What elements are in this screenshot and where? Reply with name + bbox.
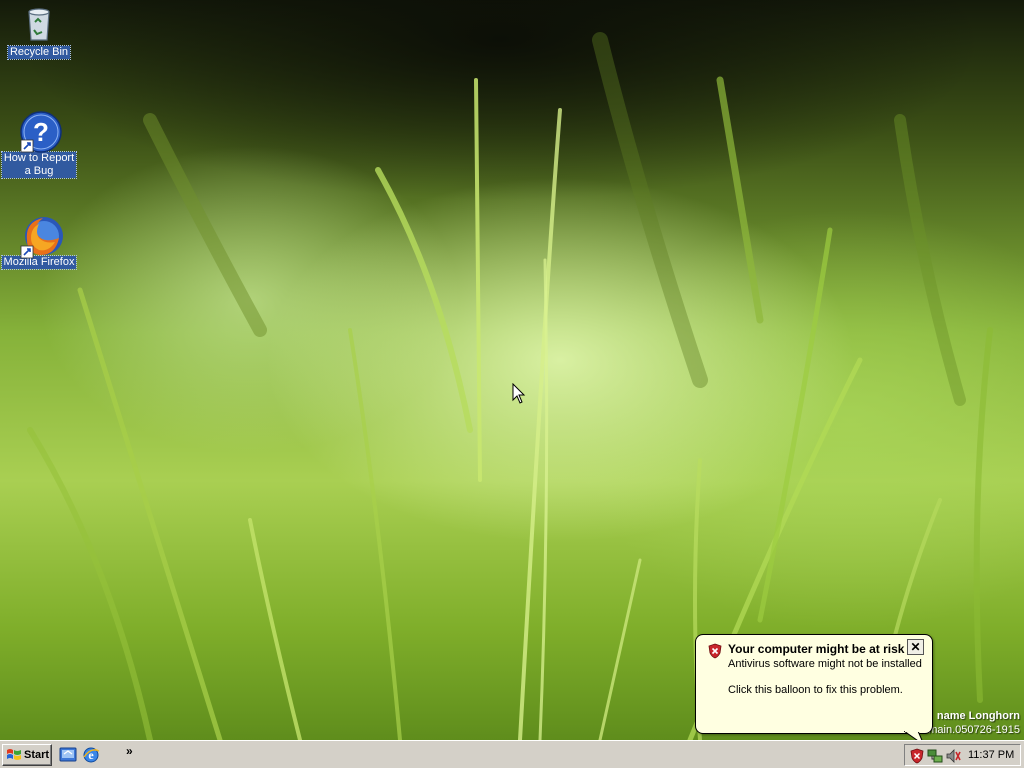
system-tray: 11:37 PM	[904, 744, 1021, 766]
recycle-bin-icon	[19, 4, 59, 44]
quicklaunch-show-desktop[interactable]	[59, 746, 77, 764]
desktop-icon-label: How to Report a Bug	[0, 151, 78, 179]
balloon-title: Your computer might be at risk	[728, 642, 905, 656]
show-desktop-icon	[59, 747, 77, 762]
quicklaunch-internet-explorer[interactable]: e	[82, 746, 100, 764]
watermark-line-1: name Longhorn	[936, 710, 1020, 722]
chevron-right-icon: »	[126, 744, 133, 758]
desktop-icon-how-to-report-bug[interactable]: ? How to Report a Bug	[0, 110, 78, 179]
help-question-icon: ?	[19, 110, 62, 153]
desktop-wallpaper	[0, 0, 1024, 740]
taskbar: Start e » 11:37 PM	[0, 740, 1024, 768]
mouse-pointer-icon	[512, 383, 526, 404]
security-center-icon[interactable]	[909, 748, 925, 764]
close-icon: ✕	[910, 640, 921, 654]
desktop-icon-recycle-bin[interactable]: Recycle Bin	[1, 4, 77, 60]
svg-text:?: ?	[33, 117, 49, 147]
quicklaunch-chevron-button[interactable]: »	[126, 744, 133, 758]
network-icon[interactable]	[927, 748, 943, 764]
grass-wallpaper-art	[27, 32, 993, 740]
firefox-icon	[19, 214, 63, 259]
windows-logo-icon	[7, 749, 21, 760]
security-shield-icon	[708, 643, 722, 659]
watermark-line-2: main.050726-1915	[928, 724, 1020, 736]
desktop-icon-mozilla-firefox[interactable]: Mozilla Firefox	[0, 214, 78, 270]
volume-icon[interactable]	[945, 748, 961, 764]
build-watermark: name Longhorn main.050726-1915	[928, 709, 1020, 737]
balloon-hint: Click this balloon to fix this problem.	[728, 684, 903, 696]
taskbar-clock[interactable]: 11:37 PM	[968, 749, 1014, 761]
start-label: Start	[24, 749, 50, 761]
start-button[interactable]: Start	[2, 744, 52, 766]
balloon-close-button[interactable]: ✕	[907, 639, 924, 655]
balloon-message: Antivirus software might not be installe…	[728, 658, 922, 670]
desktop-icon-label: Recycle Bin	[6, 45, 72, 60]
internet-explorer-icon: e	[83, 747, 100, 763]
security-notification-balloon[interactable]: Your computer might be at risk Antivirus…	[695, 634, 933, 747]
